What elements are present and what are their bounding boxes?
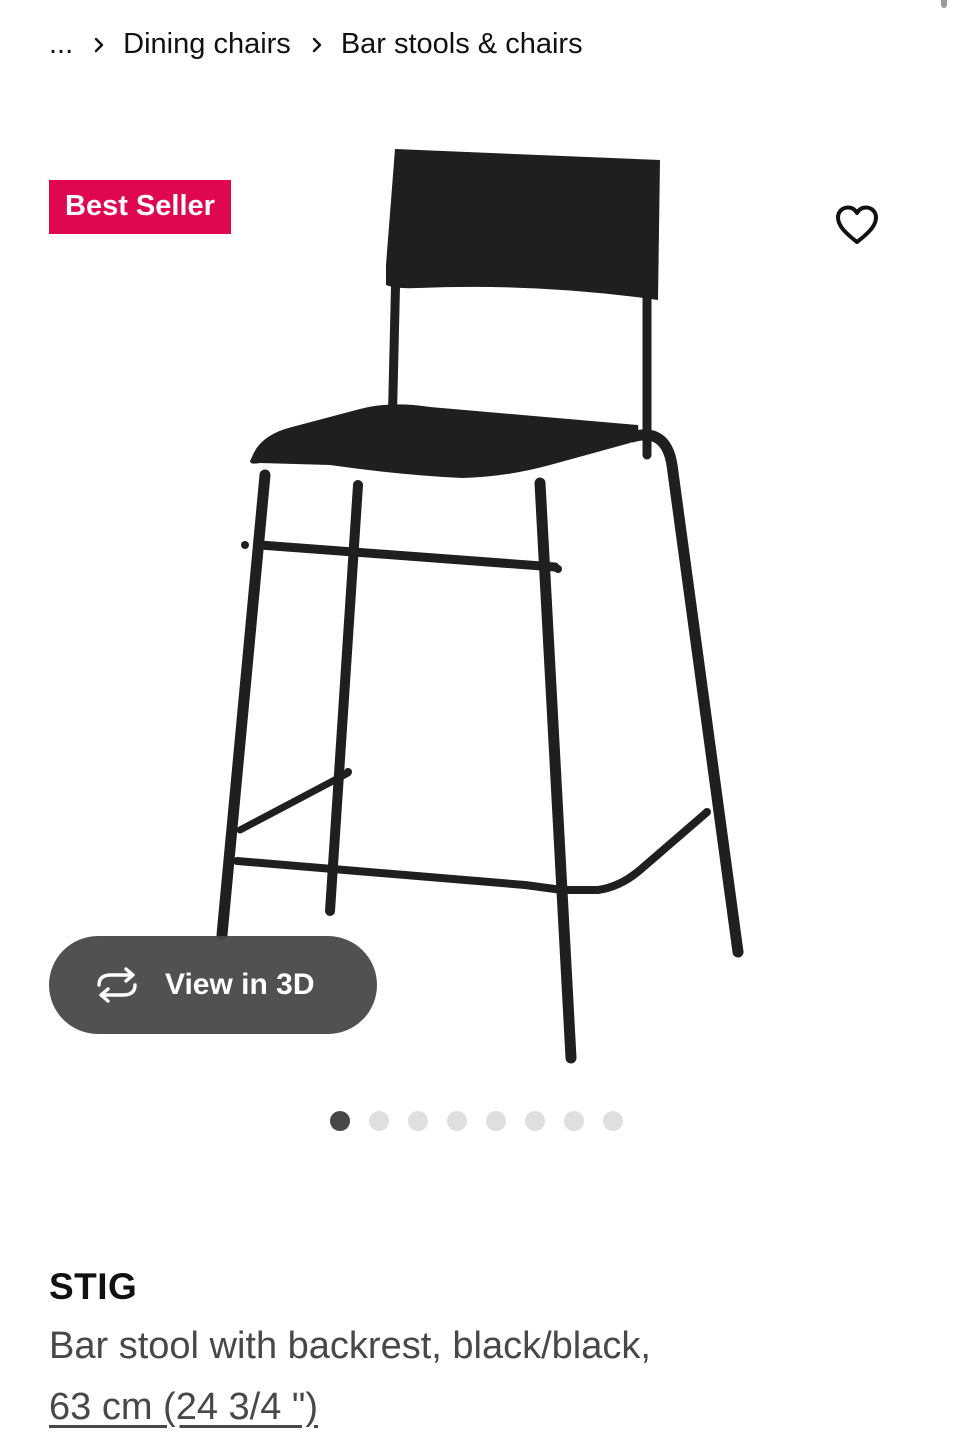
breadcrumb: ... Dining chairs Bar stools & chairs [49,28,583,61]
scrollbar-thumb[interactable] [941,0,947,8]
heart-outline-icon [836,205,878,244]
carousel-dot[interactable] [408,1111,428,1131]
chevron-right-icon [312,37,322,52]
breadcrumb-item-bar-stools[interactable]: Bar stools & chairs [341,28,583,61]
product-image-gallery[interactable]: Best Seller View in 3D [0,100,955,1100]
view-in-3d-button[interactable]: View in 3D [49,936,377,1034]
product-image-bar-stool [216,149,744,1064]
breadcrumb-ellipsis[interactable]: ... [49,28,73,61]
carousel-dot[interactable] [486,1111,506,1131]
carousel-dot[interactable] [603,1111,623,1131]
carousel-pagination [330,1111,623,1131]
carousel-dot[interactable] [369,1111,389,1131]
product-description: Bar stool with backrest, black/black, [49,1325,651,1367]
carousel-dot[interactable] [564,1111,584,1131]
product-name: STIG [49,1266,138,1307]
product-size-link[interactable]: 63 cm (24 3/4 ") [49,1386,318,1429]
add-to-favourites-button[interactable] [832,200,882,250]
best-seller-badge: Best Seller [49,180,231,234]
rotate-3d-icon [97,967,137,1003]
view-in-3d-label: View in 3D [165,968,315,1001]
breadcrumb-item-dining-chairs[interactable]: Dining chairs [123,28,291,61]
carousel-dot[interactable] [330,1111,350,1131]
carousel-dot[interactable] [525,1111,545,1131]
chevron-right-icon [94,37,104,52]
carousel-dot[interactable] [447,1111,467,1131]
